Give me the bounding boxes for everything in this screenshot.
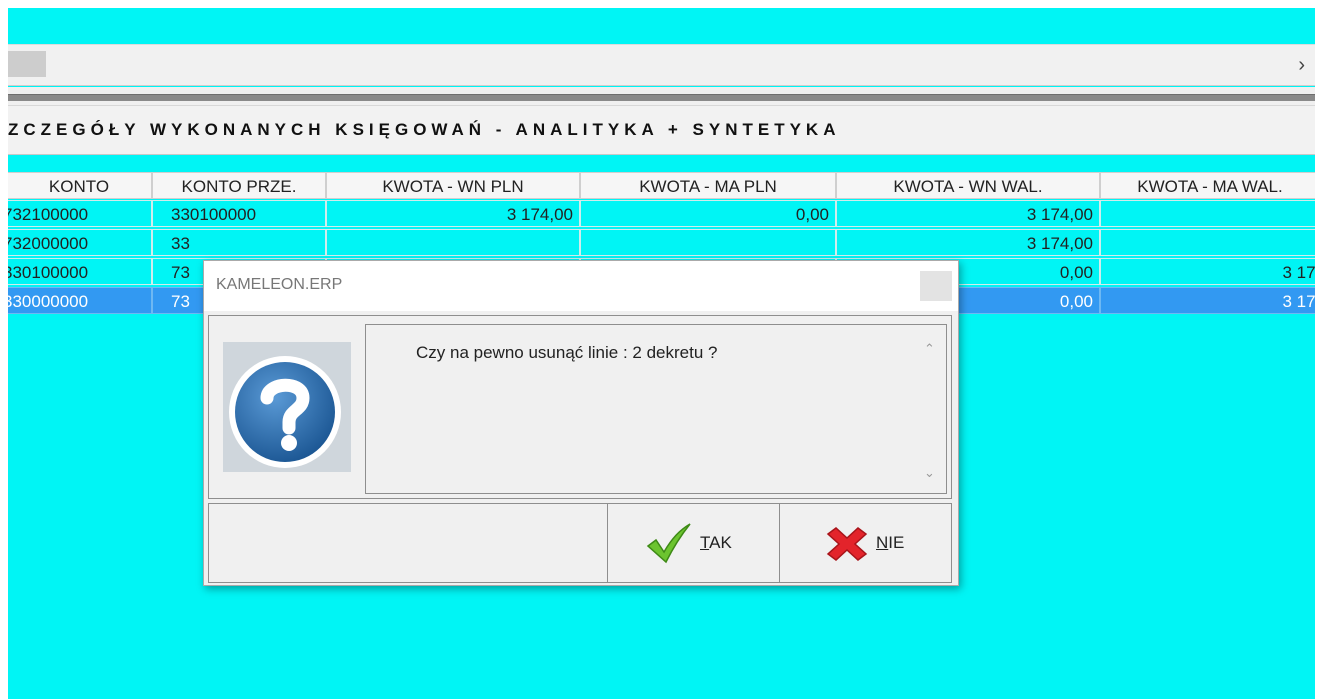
- scroll-right-arrow-icon[interactable]: ›: [1298, 53, 1305, 77]
- horizontal-scrollbar[interactable]: ›: [8, 44, 1315, 86]
- dialog-titlebar[interactable]: KAMELEON.ERP: [204, 261, 958, 311]
- yes-button[interactable]: TAK: [607, 504, 779, 582]
- cell-kwota-ma-wal[interactable]: 0: [1100, 200, 1315, 227]
- confirm-dialog: KAMELEON.ERP Czy na pewno usunąć linie :…: [203, 260, 959, 586]
- dialog-footer: TAK NIE: [208, 503, 952, 583]
- cell-konto[interactable]: 330100000: [8, 258, 152, 285]
- section-title: ZCZEGÓŁY WYKONANYCH KSIĘGOWAŃ - ANALITYK…: [8, 120, 841, 139]
- check-icon: [646, 523, 691, 564]
- dialog-body: Czy na pewno usunąć linie : 2 dekretu ? …: [208, 315, 952, 499]
- scroll-down-icon[interactable]: ⌄: [924, 465, 935, 481]
- cell-konto[interactable]: 732100000: [8, 200, 152, 227]
- column-header-kwota-wn-pln[interactable]: KWOTA - WN PLN: [326, 172, 580, 199]
- message-scrollbar[interactable]: ⌃ ⌄: [916, 325, 946, 493]
- cell-konto-prze[interactable]: 33: [152, 229, 326, 256]
- cross-icon: [826, 527, 868, 561]
- column-header-kwota-ma-pln[interactable]: KWOTA - MA PLN: [580, 172, 836, 199]
- cell-kwota-ma-wal[interactable]: 3 174: [1100, 258, 1315, 285]
- splitter[interactable]: [8, 87, 1315, 105]
- dialog-title: KAMELEON.ERP: [216, 276, 343, 293]
- cell-kwota-wn-wal[interactable]: 3 174,00: [836, 200, 1100, 227]
- scroll-up-icon[interactable]: ⌃: [924, 341, 935, 357]
- dialog-close-button[interactable]: [920, 271, 952, 301]
- column-header-konto[interactable]: KONTO: [8, 172, 152, 199]
- cell-konto[interactable]: 330000000: [8, 287, 152, 314]
- column-header-konto-prze[interactable]: KONTO PRZE.: [152, 172, 326, 199]
- cell-kwota-ma-wal[interactable]: 3 174: [1100, 287, 1315, 314]
- cell-konto-prze[interactable]: 330100000: [152, 200, 326, 227]
- splitter-bar[interactable]: [8, 94, 1315, 101]
- cell-kwota-ma-wal[interactable]: 0: [1100, 229, 1315, 256]
- cell-kwota-ma-pln[interactable]: [580, 229, 836, 256]
- cell-kwota-ma-pln[interactable]: 0,00: [580, 200, 836, 227]
- scrollbar-thumb[interactable]: [8, 51, 46, 77]
- cell-konto[interactable]: 732000000: [8, 229, 152, 256]
- message-area[interactable]: Czy na pewno usunąć linie : 2 dekretu ? …: [365, 324, 947, 494]
- no-button-label: NIE: [876, 533, 905, 552]
- cell-kwota-wn-wal[interactable]: 3 174,00: [836, 229, 1100, 256]
- no-button[interactable]: NIE: [779, 504, 951, 582]
- yes-button-label: TAK: [700, 533, 732, 552]
- column-header-kwota-ma-wal[interactable]: KWOTA - MA WAL.: [1100, 172, 1315, 199]
- column-header-kwota-wn-wal[interactable]: KWOTA - WN WAL.: [836, 172, 1100, 199]
- cell-kwota-wn-pln[interactable]: [326, 229, 580, 256]
- section-header: ZCZEGÓŁY WYKONANYCH KSIĘGOWAŃ - ANALITYK…: [8, 105, 1315, 155]
- question-icon: [223, 342, 351, 472]
- dialog-message: Czy na pewno usunąć linie : 2 dekretu ?: [416, 343, 718, 362]
- cell-kwota-wn-pln[interactable]: 3 174,00: [326, 200, 580, 227]
